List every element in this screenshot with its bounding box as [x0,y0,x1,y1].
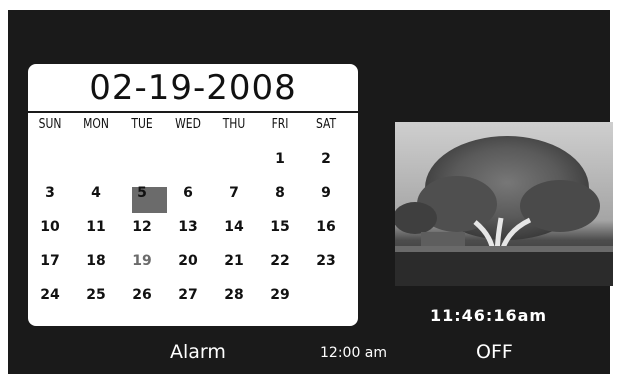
calendar-day[interactable]: 25 [80,283,112,307]
calendar-day[interactable] [126,147,158,171]
tree-photo [395,122,613,286]
calendar-day[interactable]: 6 [172,181,204,205]
calendar-day[interactable]: 23 [310,249,342,273]
calendar-day[interactable]: 24 [34,283,66,307]
clock-time: 11:46:16am [430,306,548,325]
calendar-day[interactable] [218,147,250,171]
calendar-day[interactable]: 8 [264,181,296,205]
calendar-day[interactable] [310,283,342,307]
calendar-day[interactable]: 5 [126,181,158,205]
calendar-day[interactable]: 28 [218,283,250,307]
calendar-day[interactable]: 4 [80,181,112,205]
calendar-day[interactable]: 16 [310,215,342,239]
calendar-day[interactable]: 15 [264,215,296,239]
calendar-day[interactable]: 3 [34,181,66,205]
calendar-day[interactable] [34,147,66,171]
calendar-day[interactable]: 17 [34,249,66,273]
calendar-day[interactable]: 2 [310,147,342,171]
tree-photo-icon [395,122,613,286]
calendar-week-1: 1 2 [34,147,354,171]
calendar-day[interactable]: 12 [126,215,158,239]
calendar-day[interactable]: 27 [172,283,204,307]
calendar-day-selected[interactable]: 19 [126,249,158,273]
calendar-day[interactable]: 21 [218,249,250,273]
calendar-day[interactable]: 9 [310,181,342,205]
calendar-day[interactable] [172,147,204,171]
calendar-day[interactable]: 13 [172,215,204,239]
calendar-day[interactable]: 18 [80,249,112,273]
alarm-label: Alarm [170,341,226,363]
calendar-week-4: 17 18 19 20 21 22 23 [34,249,354,273]
calendar-day[interactable]: 14 [218,215,250,239]
calendar-day[interactable]: 11 [80,215,112,239]
calendar-week-3: 10 11 12 13 14 15 16 [34,215,354,239]
calendar-day[interactable]: 22 [264,249,296,273]
calendar-day[interactable]: 20 [172,249,204,273]
alarm-toggle[interactable]: OFF [476,341,513,363]
calendar-week-2: 3 4 5 6 7 8 9 [34,181,354,205]
alarm-time[interactable]: 12:00 am [320,345,387,361]
calendar-day[interactable]: 26 [126,283,158,307]
calendar-day[interactable]: 10 [34,215,66,239]
calendar-week-5: 24 25 26 27 28 29 [34,283,354,307]
calendar-grid: 1 2 3 4 5 6 7 8 9 10 11 12 13 14 15 16 1… [28,64,358,326]
calendar-day[interactable]: 29 [264,283,296,307]
calendar-day[interactable]: 1 [264,147,296,171]
calendar-day[interactable]: 7 [218,181,250,205]
calendar-day[interactable] [80,147,112,171]
